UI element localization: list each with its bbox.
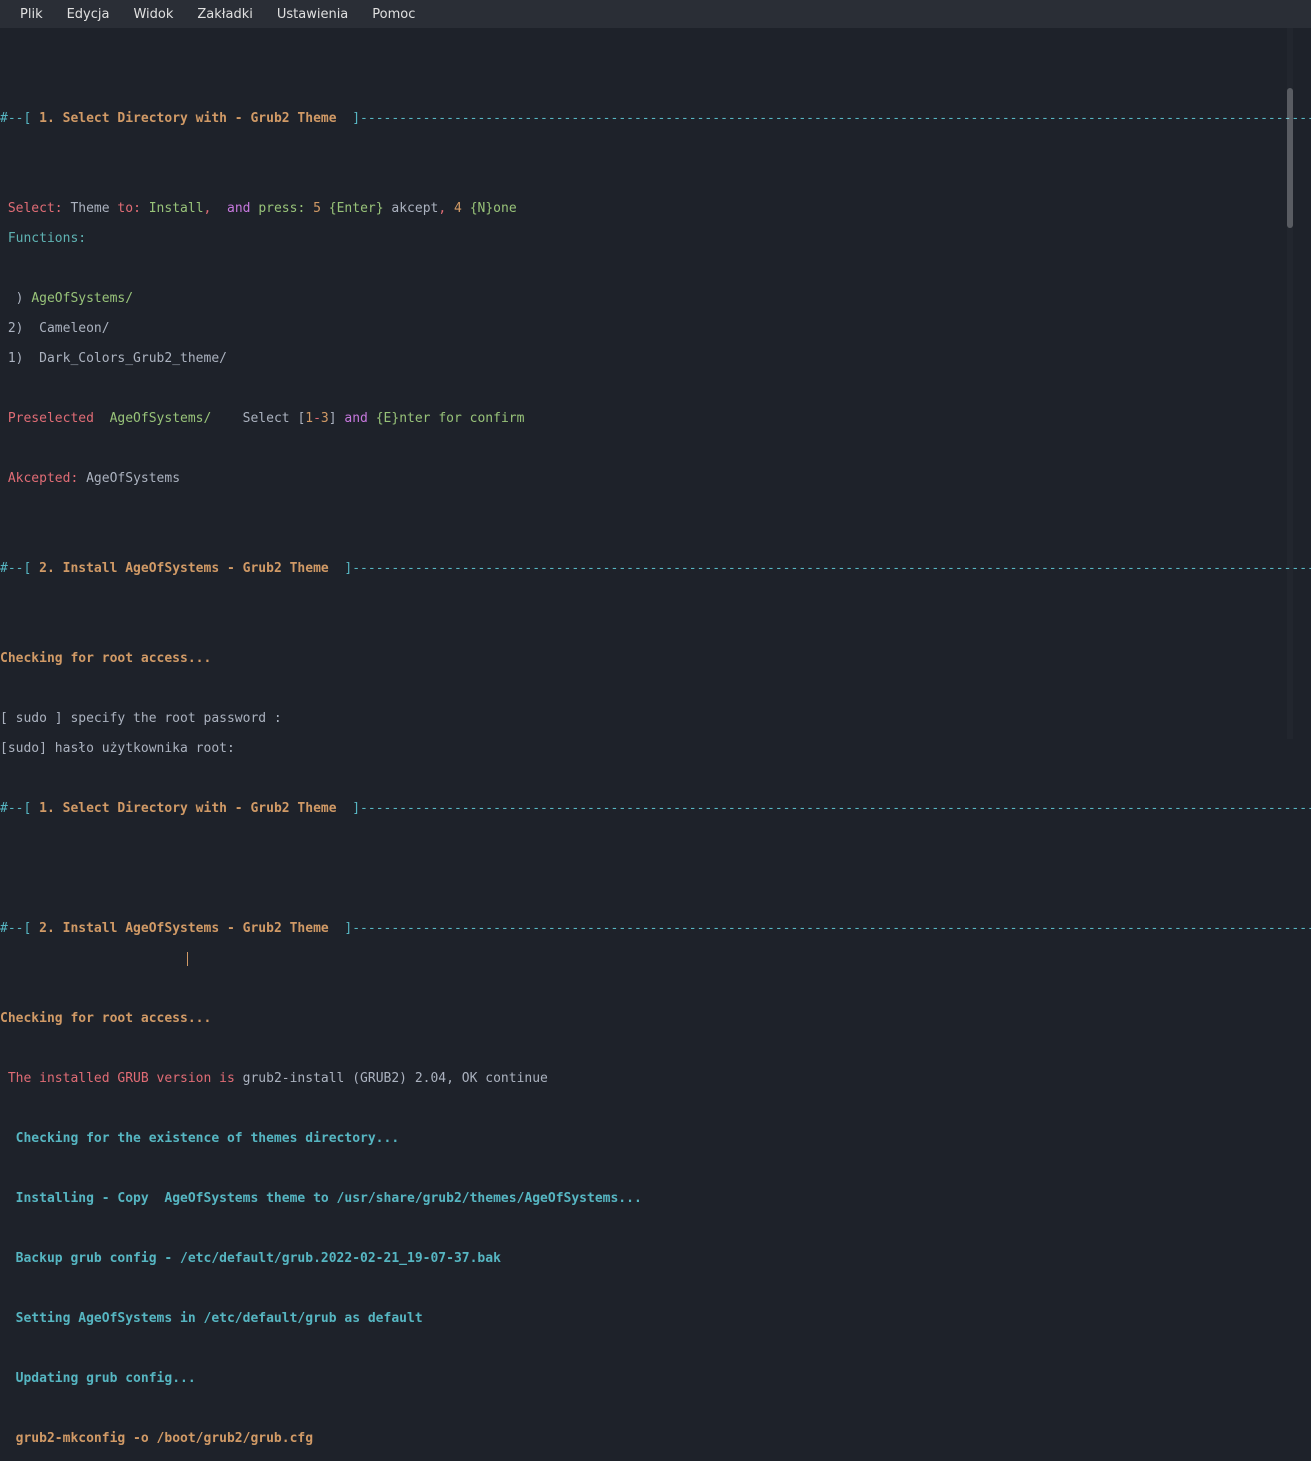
akcepted-line: Akcepted: AgeOfSystems xyxy=(0,471,1311,486)
checking-themes-line: Checking for the existence of themes dir… xyxy=(0,1131,1311,1146)
menu-pomoc[interactable]: Pomoc xyxy=(360,3,427,26)
menu-widok[interactable]: Widok xyxy=(121,3,185,26)
installing-line: Installing - Copy AgeOfSystems theme to … xyxy=(0,1191,1311,1206)
blank-line xyxy=(0,81,1311,96)
blank-line xyxy=(0,981,1311,996)
blank-line xyxy=(0,1221,1311,1236)
menu-ustawienia[interactable]: Ustawienia xyxy=(265,3,360,26)
theme-option-2: 1) Dark_Colors_Grub2_theme/ xyxy=(0,351,1311,366)
blank-line xyxy=(0,591,1311,606)
theme-option-0: ) AgeOfSystems/ xyxy=(0,291,1311,306)
updating-line: Updating grub config... xyxy=(0,1371,1311,1386)
blank-line xyxy=(0,1401,1311,1416)
menu-plik[interactable]: Plik xyxy=(8,3,55,26)
section-header-2: #--[ 2. Install AgeOfSystems - Grub2 The… xyxy=(0,561,1311,576)
text-cursor xyxy=(187,952,188,966)
backup-line: Backup grub config - /etc/default/grub.2… xyxy=(0,1251,1311,1266)
grub-version-line: The installed GRUB version is grub2-inst… xyxy=(0,1071,1311,1086)
select-line: Select: Theme to: Install, and press: 5 … xyxy=(0,201,1311,216)
theme-option-1: 2) Cameleon/ xyxy=(0,321,1311,336)
blank-line xyxy=(0,1041,1311,1056)
menu-edycja[interactable]: Edycja xyxy=(55,3,122,26)
sudo-specify: [ sudo ] specify the root password : xyxy=(0,711,1311,726)
preselected-line: Preselected AgeOfSystems/ Select [1-3] a… xyxy=(0,411,1311,426)
mkconfig-line: grub2-mkconfig -o /boot/grub2/grub.cfg xyxy=(0,1431,1311,1446)
blank-line xyxy=(0,51,1311,66)
blank-line xyxy=(0,1281,1311,1296)
menubar: Plik Edycja Widok Zakładki Ustawienia Po… xyxy=(0,0,1311,28)
blank-line xyxy=(0,681,1311,696)
terminal-output[interactable]: #--[ 1. Select Directory with - Grub2 Th… xyxy=(0,28,1311,1461)
checking-root-2: Checking for root access... xyxy=(0,1011,1311,1026)
blank-line xyxy=(0,141,1311,156)
blank-line xyxy=(0,831,1311,846)
setting-line: Setting AgeOfSystems in /etc/default/gru… xyxy=(0,1311,1311,1326)
blank-line xyxy=(0,771,1311,786)
section-header-1: #--[ 1. Select Directory with - Grub2 Th… xyxy=(0,111,1311,126)
checking-root-1: Checking for root access... xyxy=(0,651,1311,666)
blank-line xyxy=(0,621,1311,636)
scrollbar-thumb[interactable] xyxy=(1287,88,1293,228)
scrollbar[interactable] xyxy=(1287,28,1293,739)
sudo-prompt: [sudo] hasło użytkownika root: xyxy=(0,741,1311,756)
blank-line xyxy=(0,171,1311,186)
blank-line xyxy=(0,1161,1311,1176)
blank-line xyxy=(0,861,1311,876)
blank-line xyxy=(0,1101,1311,1116)
blank-line xyxy=(0,891,1311,906)
blank-line xyxy=(0,441,1311,456)
cursor-line xyxy=(0,951,1311,966)
blank-line xyxy=(0,381,1311,396)
blank-line xyxy=(0,261,1311,276)
blank-line xyxy=(0,531,1311,546)
functions-line: Functions: xyxy=(0,231,1311,246)
section-header-3: #--[ 1. Select Directory with - Grub2 Th… xyxy=(0,801,1311,816)
blank-line xyxy=(0,1341,1311,1356)
blank-line xyxy=(0,501,1311,516)
menu-zakladki[interactable]: Zakładki xyxy=(185,3,264,26)
section-header-4: #--[ 2. Install AgeOfSystems - Grub2 The… xyxy=(0,921,1311,936)
